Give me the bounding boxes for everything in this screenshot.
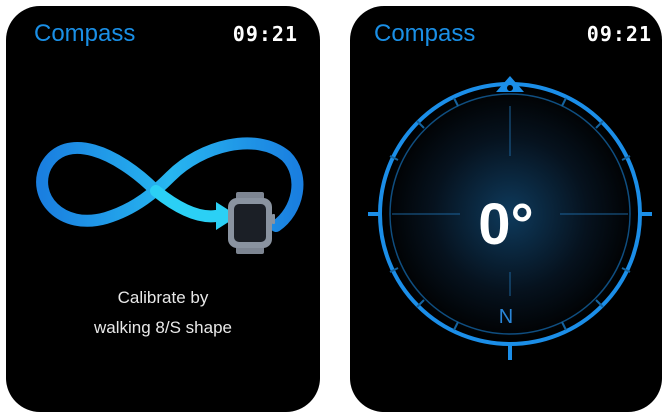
compass-screen: Compass 09:21 0° N xyxy=(350,6,662,412)
instruction-line-1: Calibrate by xyxy=(117,288,209,307)
calibration-screen: Compass 09:21 Calibrate by walking 8/S s… xyxy=(6,6,320,412)
cardinal-direction: N xyxy=(498,306,514,328)
instruction-line-2: walking 8/S shape xyxy=(94,318,232,337)
heading-degrees: 0° xyxy=(478,192,534,257)
figure-eight-icon xyxy=(36,137,304,254)
watch-icon xyxy=(228,192,275,254)
